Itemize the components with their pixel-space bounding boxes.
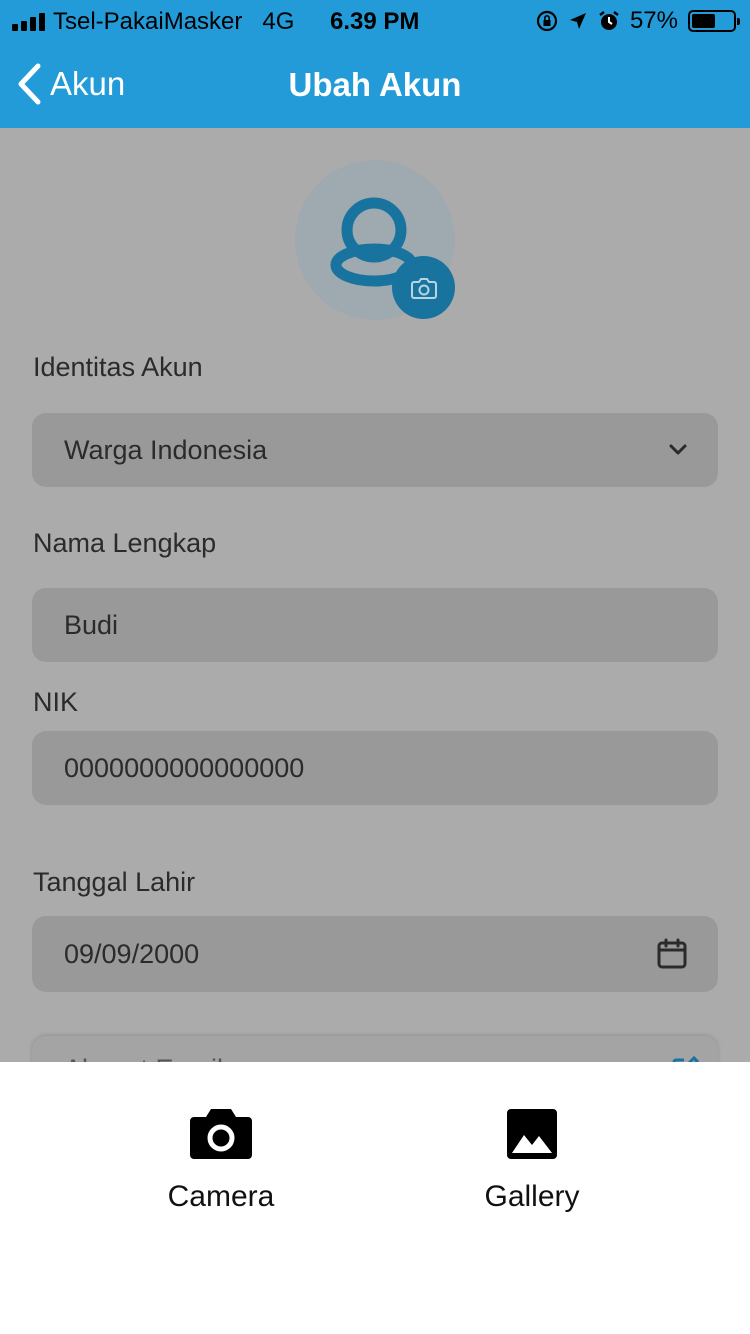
alarm-icon — [599, 11, 619, 30]
nik-field[interactable]: 0000000000000000 — [32, 731, 718, 805]
signal-icon — [12, 13, 45, 31]
battery-percent: 57% — [629, 7, 678, 34]
dob-value: 09/09/2000 — [64, 938, 200, 969]
status-right: 57% — [536, 7, 740, 35]
battery-fill — [692, 14, 715, 28]
name-label: Nama Lengkap — [33, 528, 217, 558]
rotation-lock-icon — [536, 10, 558, 32]
dob-label: Tanggal Lahir — [33, 867, 196, 897]
camera-option-button[interactable]: Camera — [121, 1106, 321, 1214]
image-icon — [507, 1109, 557, 1159]
network-type: 4G — [262, 8, 295, 35]
status-bar: Tsel-PakaiMasker 4G 6.39 PM 57% — [0, 0, 750, 42]
dob-field[interactable]: 09/09/2000 — [32, 916, 718, 992]
gallery-option-button[interactable]: Gallery — [432, 1106, 632, 1214]
chevron-down-icon — [669, 444, 687, 455]
camera-option-label: Camera — [167, 1180, 275, 1213]
edit-account-form: Identitas Akun Warga Indonesia Nama Leng… — [0, 128, 750, 1096]
carrier-name: Tsel-PakaiMasker — [53, 8, 243, 35]
name-field[interactable]: Budi — [32, 588, 718, 662]
gallery-option-label: Gallery — [484, 1180, 580, 1213]
image-source-sheet: Camera Gallery — [0, 1062, 750, 1334]
status-time: 6.39 PM — [330, 8, 420, 35]
location-icon — [569, 13, 586, 29]
camera-icon — [190, 1109, 252, 1159]
identity-label: Identitas Akun — [33, 352, 203, 382]
page-title: Ubah Akun — [288, 66, 462, 103]
status-left: Tsel-PakaiMasker 4G — [12, 8, 332, 36]
identity-value: Warga Indonesia — [64, 434, 268, 465]
nik-value: 0000000000000000 — [64, 752, 305, 783]
navigation-bar: Akun Ubah Akun — [0, 42, 750, 128]
calendar-icon[interactable] — [656, 938, 688, 970]
name-value: Budi — [64, 609, 119, 640]
nik-label: NIK — [33, 687, 79, 717]
battery-icon — [688, 10, 740, 32]
identity-select[interactable]: Warga Indonesia — [32, 413, 718, 487]
change-photo-button[interactable] — [392, 256, 455, 319]
camera-icon — [410, 277, 437, 299]
